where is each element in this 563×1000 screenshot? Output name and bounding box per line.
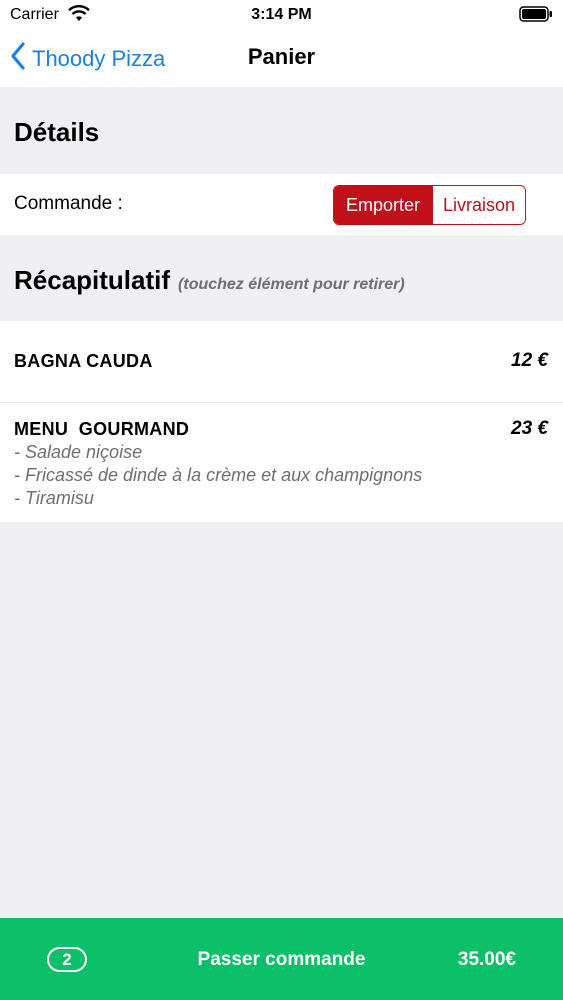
summary-title: Récapitulatif (14, 265, 171, 295)
cart-list: BAGNA CAUDA 12 € MENU GOURMAND 23 € - Sa… (0, 321, 563, 522)
segment-emporter[interactable]: Emporter (334, 186, 432, 224)
page-title-text: Panier (247, 44, 316, 69)
cart-item-price: 12 € (511, 350, 548, 371)
order-type-segmented-control[interactable]: Emporter Livraison (333, 185, 526, 225)
cart-item-detail-line: - Salade niçoise (14, 442, 143, 462)
summary-section-header: Récapitulatif (touchez élément pour retir… (0, 235, 563, 321)
navigation-bar: Thoody Pizza Panier (0, 30, 563, 87)
details-section-header: Détails (0, 87, 563, 174)
summary-title-group: Récapitulatif (touchez élément pour retir… (14, 265, 405, 296)
status-bar: Carrier 3:14 PM (0, 0, 563, 30)
segment-livraison[interactable]: Livraison (432, 186, 525, 224)
cart-item-price: 23 € (511, 418, 548, 439)
summary-hint: (touchez élément pour retirer) (178, 276, 405, 293)
order-type-row: Commande : Emporter Livraison (0, 174, 563, 235)
clock-time: 3:14 PM (251, 6, 312, 23)
cart-item-detail-line: - Tiramisu (14, 488, 94, 508)
cart-total: 35.00€ (457, 949, 516, 970)
cart-item-name: MENU GOURMAND (14, 419, 190, 439)
cart-item-details: - Salade niçoise - Fricassé de dinde à l… (14, 441, 422, 510)
cart-item-detail-line: - Fricassé de dinde à la crème et aux ch… (14, 465, 423, 485)
order-type-label: Commande : (14, 193, 123, 214)
checkout-button[interactable]: 2 Passer commande 35.00€ (0, 918, 563, 1000)
details-title: Détails (14, 117, 100, 147)
page-title: Panier (0, 44, 563, 70)
cart-item-name: BAGNA CAUDA (14, 351, 153, 371)
battery-icon (519, 6, 553, 27)
cart-item[interactable]: BAGNA CAUDA 12 € (0, 321, 563, 403)
cart-screen: Carrier 3:14 PM Thoody Pizza Panier Déta… (0, 0, 563, 1000)
cart-item[interactable]: MENU GOURMAND 23 € - Salade niçoise - Fr… (0, 403, 563, 522)
